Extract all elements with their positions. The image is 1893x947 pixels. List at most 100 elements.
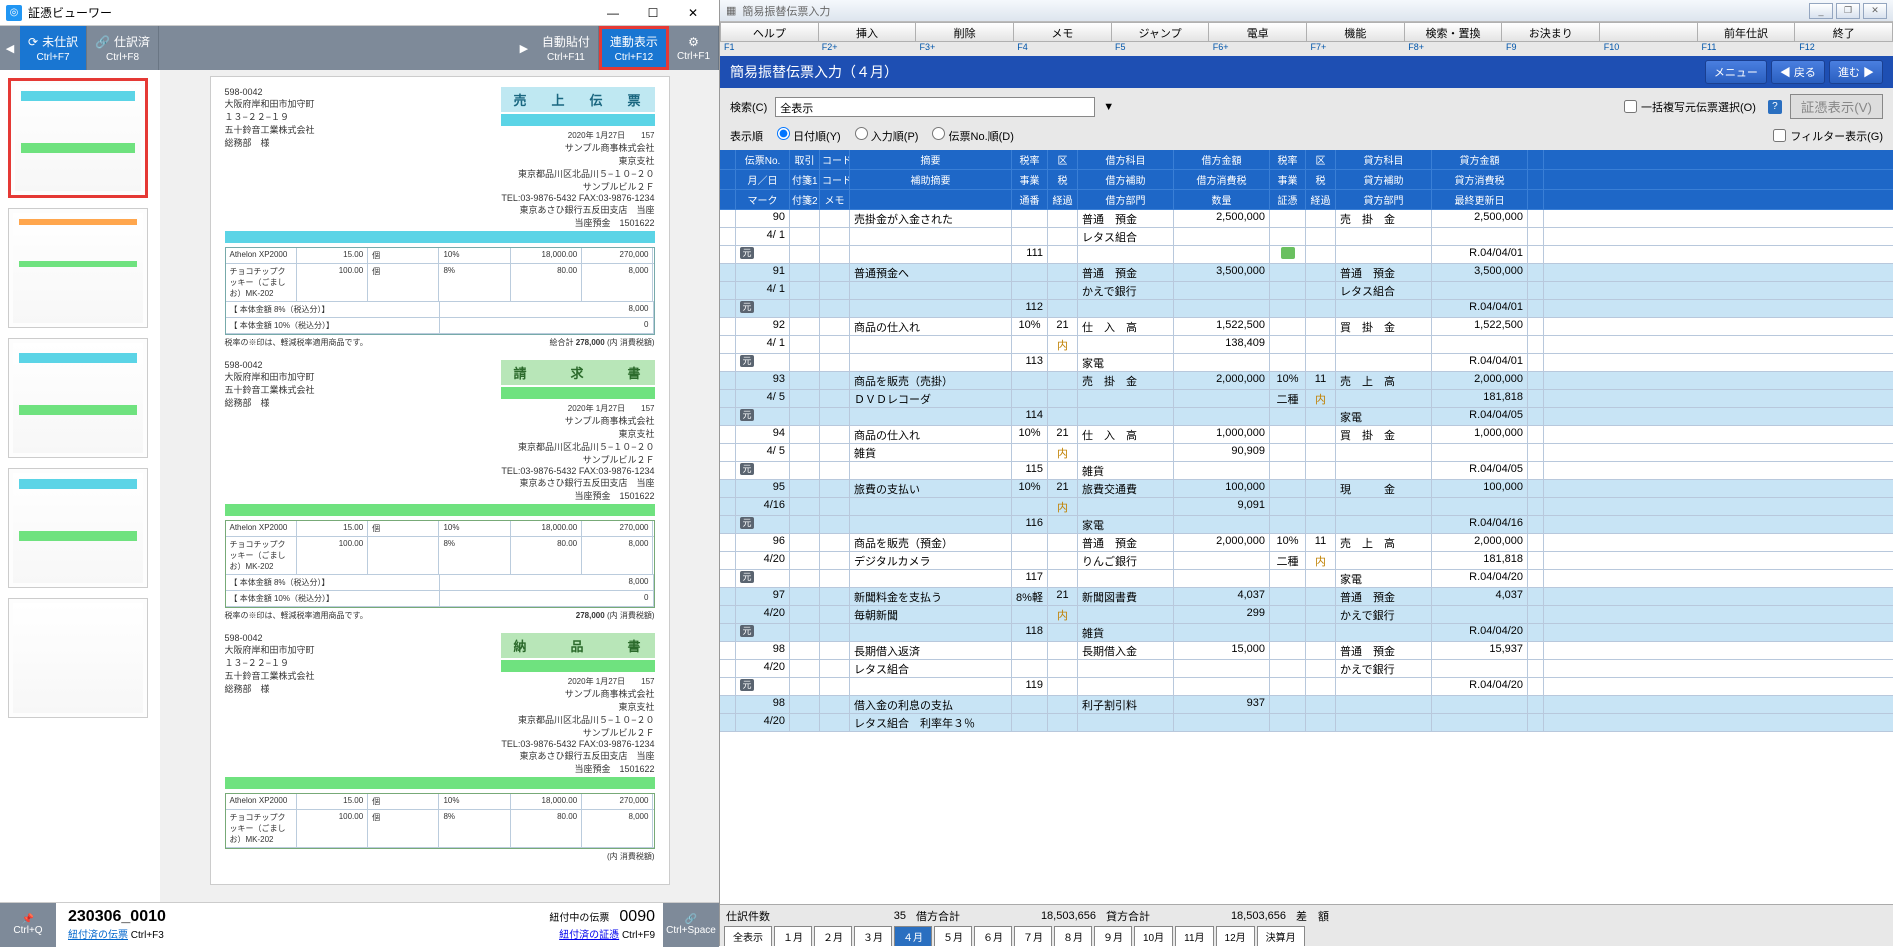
order-no-radio[interactable]: 伝票No.順(D): [932, 127, 1013, 144]
close-button[interactable]: ✕: [673, 1, 713, 25]
table-row[interactable]: 4/20デジタルカメラりんご銀行二種内181,818: [720, 552, 1893, 570]
table-row[interactable]: 4/20レタス組合かえで銀行: [720, 660, 1893, 678]
table-row[interactable]: 93商品を販売（売掛）売 掛 金2,000,00010%11売 上 高2,000…: [720, 372, 1893, 390]
link-display-button[interactable]: 連動表示 Ctrl+F12: [599, 26, 669, 70]
grid-header: 伝票No.取引コード摘要税率区借方科目借方金額税率区貸方科目貸方金額月／日付箋1…: [720, 150, 1893, 210]
thumbnail-5[interactable]: [8, 598, 148, 718]
menu-11[interactable]: 終了: [1794, 22, 1893, 42]
table-row[interactable]: 98長期借入返済長期借入金15,000普通 預金15,937: [720, 642, 1893, 660]
table-row[interactable]: 90売掛金が入金された普通 預金2,500,000売 掛 金2,500,000: [720, 210, 1893, 228]
month-tab[interactable]: ３月: [854, 926, 892, 946]
help-icon[interactable]: ?: [1768, 100, 1782, 114]
grid-body[interactable]: 90売掛金が入金された普通 預金2,500,000売 掛 金2,500,0004…: [720, 210, 1893, 904]
forward-button[interactable]: 進む ▶: [1829, 60, 1883, 84]
table-row[interactable]: 元118雑貨R.04/04/20: [720, 624, 1893, 642]
month-tab[interactable]: ７月: [1014, 926, 1052, 946]
table-row[interactable]: 4/ 1レタス組合: [720, 228, 1893, 246]
table-row[interactable]: 4/ 5雑貨内90,909: [720, 444, 1893, 462]
table-row[interactable]: 4/ 5ＤＶＤレコーダ二種内181,818: [720, 390, 1893, 408]
menu-4[interactable]: ジャンプ: [1111, 22, 1209, 42]
month-tab[interactable]: ５月: [934, 926, 972, 946]
menu-button[interactable]: メニュー: [1705, 60, 1767, 84]
table-row[interactable]: 元113家電R.04/04/01: [720, 354, 1893, 372]
next-arrow-button[interactable]: ▶: [514, 26, 534, 70]
maximize-button[interactable]: ☐: [633, 1, 673, 25]
table-row[interactable]: 95旅費の支払い10%21旅費交通費100,000現 金100,000: [720, 480, 1893, 498]
order-label: 表示順: [730, 128, 763, 144]
entry-minimize-button[interactable]: _: [1809, 3, 1833, 19]
help-button[interactable]: ⚙ Ctrl+F1: [669, 26, 719, 70]
attach-button[interactable]: 🔗 Ctrl+Space: [663, 903, 719, 947]
table-row[interactable]: 元111R.04/04/01: [720, 246, 1893, 264]
menu-6[interactable]: 機能: [1306, 22, 1404, 42]
table-row[interactable]: 98借入金の利息の支払利子割引料937: [720, 696, 1893, 714]
table-row[interactable]: 元114家電R.04/04/05: [720, 408, 1893, 426]
grid-header-cell: 経過: [1306, 190, 1336, 209]
bulk-copy-checkbox[interactable]: 一括複写元伝票選択(O): [1624, 99, 1756, 115]
menu-8[interactable]: お決まり: [1501, 22, 1599, 42]
prev-arrow-button[interactable]: ◀: [0, 26, 20, 70]
month-tab[interactable]: 10月: [1134, 926, 1173, 946]
finished-button[interactable]: 🔗仕訳済 Ctrl+F8: [87, 26, 159, 70]
unfinished-button[interactable]: ⟳未仕訳 Ctrl+F7: [20, 26, 87, 70]
document-view[interactable]: 598-0042 大阪府岸和田市加守町 １３−２２−１９ 五十鈴音工業株式会社 …: [160, 70, 719, 902]
linked-evidence-link[interactable]: 紐付済の証憑: [559, 930, 619, 941]
search-select[interactable]: 全表示: [775, 97, 1095, 117]
table-row[interactable]: 96商品を販売（預金）普通 預金2,000,00010%11売 上 高2,000…: [720, 534, 1893, 552]
grid-header-cell: 借方補助: [1078, 170, 1174, 189]
table-row[interactable]: 4/ 1かえで銀行レタス組合: [720, 282, 1893, 300]
auto-attach-button[interactable]: 自動貼付 Ctrl+F11: [534, 26, 599, 70]
month-tab[interactable]: 11月: [1175, 926, 1213, 946]
menu-3[interactable]: メモ: [1013, 22, 1111, 42]
thumbnail-1[interactable]: [8, 78, 148, 198]
grid-header-cell: マーク: [736, 190, 790, 209]
month-tab[interactable]: ９月: [1094, 926, 1132, 946]
table-row[interactable]: 92商品の仕入れ10%21仕 入 高1,522,500買 掛 金1,522,50…: [720, 318, 1893, 336]
table-row[interactable]: 元115雑貨R.04/04/05: [720, 462, 1893, 480]
table-row[interactable]: 元112R.04/04/01: [720, 300, 1893, 318]
month-tab[interactable]: ２月: [814, 926, 852, 946]
filter-checkbox[interactable]: フィルター表示(G): [1773, 128, 1883, 144]
month-tab[interactable]: ４月: [894, 926, 932, 946]
table-row[interactable]: 4/20レタス組合 利率年３％: [720, 714, 1893, 732]
form-icon: ▦: [726, 4, 736, 17]
pin-button[interactable]: 📌 Ctrl+Q: [0, 903, 56, 947]
month-tab[interactable]: 決算月: [1257, 926, 1305, 946]
order-date-radio[interactable]: 日付順(Y): [777, 127, 841, 144]
table-row[interactable]: 元116家電R.04/04/16: [720, 516, 1893, 534]
month-tab[interactable]: １月: [774, 926, 812, 946]
menu-0[interactable]: ヘルプ: [720, 22, 818, 42]
thumbnail-4[interactable]: [8, 468, 148, 588]
evidence-display-button[interactable]: 証憑表示(V): [1790, 94, 1883, 119]
month-tab[interactable]: 12月: [1216, 926, 1255, 946]
minimize-button[interactable]: —: [593, 1, 633, 25]
table-row[interactable]: 4/16内9,091: [720, 498, 1893, 516]
table-row[interactable]: 元119R.04/04/20: [720, 678, 1893, 696]
thumbnail-2[interactable]: [8, 208, 148, 328]
table-row[interactable]: 94商品の仕入れ10%21仕 入 高1,000,000買 掛 金1,000,00…: [720, 426, 1893, 444]
month-tab[interactable]: 全表示: [724, 926, 772, 946]
search-row: 検索(C) 全表示 ▼ 一括複写元伝票選択(O) ? 証憑表示(V): [720, 88, 1893, 125]
month-tab[interactable]: ８月: [1054, 926, 1092, 946]
table-row[interactable]: 97新聞料金を支払う8%軽21新聞図書費4,037普通 預金4,037: [720, 588, 1893, 606]
entry-close-button[interactable]: ✕: [1863, 3, 1887, 19]
back-button[interactable]: ◀ 戻る: [1771, 60, 1825, 84]
entry-restore-button[interactable]: ❐: [1836, 3, 1860, 19]
month-tab[interactable]: ６月: [974, 926, 1012, 946]
table-row[interactable]: 4/ 1内138,409: [720, 336, 1893, 354]
order-input-radio[interactable]: 入力順(P): [855, 127, 919, 144]
thumbnail-3[interactable]: [8, 338, 148, 458]
table-row[interactable]: 4/20毎朝新聞内299かえで銀行: [720, 606, 1893, 624]
menu-9[interactable]: [1599, 22, 1697, 42]
menu-1[interactable]: 挿入: [818, 22, 916, 42]
menu-5[interactable]: 電卓: [1208, 22, 1306, 42]
table-row[interactable]: 91普通預金へ普通 預金3,500,000普通 預金3,500,000: [720, 264, 1893, 282]
menu-7[interactable]: 検索・置換: [1404, 22, 1502, 42]
linked-slip-link[interactable]: 紐付済の伝票: [68, 930, 128, 941]
menu-10[interactable]: 前年仕訳: [1697, 22, 1795, 42]
fkey-label: F2+: [818, 42, 916, 56]
entry-grid: 伝票No.取引コード摘要税率区借方科目借方金額税率区貸方科目貸方金額月／日付箋1…: [720, 150, 1893, 946]
dropdown-icon[interactable]: ▼: [1103, 101, 1114, 113]
menu-2[interactable]: 削除: [915, 22, 1013, 42]
table-row[interactable]: 元117家電R.04/04/20: [720, 570, 1893, 588]
